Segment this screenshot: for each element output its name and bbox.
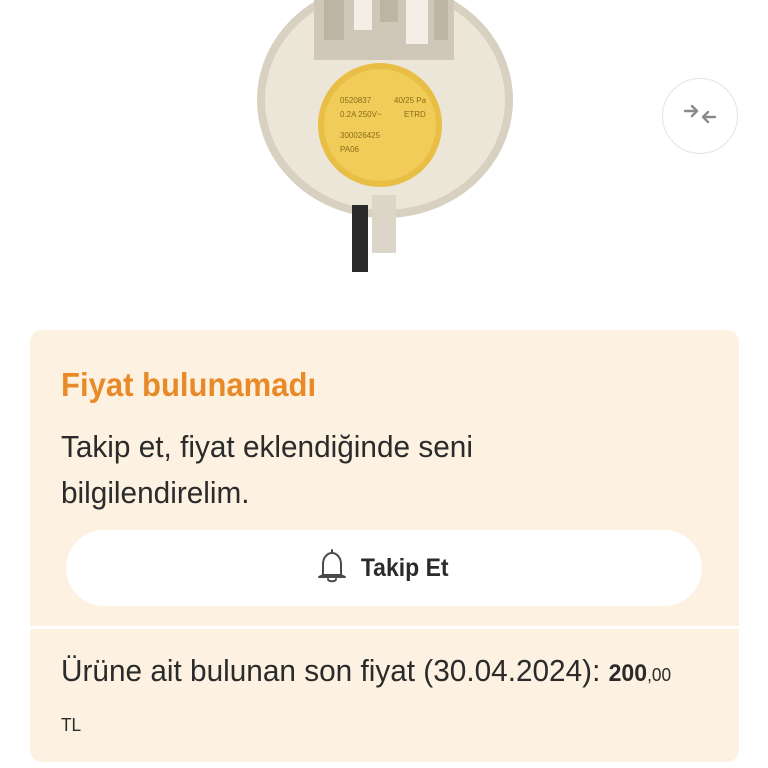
compare-arrows-icon [683, 103, 717, 130]
svg-text:0.2A 250V~: 0.2A 250V~ [340, 110, 382, 119]
svg-text:40/25 Pa: 40/25 Pa [394, 96, 427, 105]
follow-button-label: Takip Et [361, 553, 449, 582]
product-image: 0520837 40/25 Pa 0.2A 250V~ ETRD 3000264… [254, 0, 516, 273]
follow-button[interactable]: Takip Et [66, 530, 702, 606]
price-not-found-title: Fiyat bulunamadı [61, 366, 317, 403]
price-not-found-section: Fiyat bulunamadı Takip et, fiyat eklendi… [30, 330, 739, 626]
bell-icon [315, 547, 349, 590]
last-price-text: Ürüne ait bulunan son fiyat (30.04.2024)… [61, 653, 609, 688]
svg-text:0520837: 0520837 [340, 96, 372, 105]
svg-text:300026425: 300026425 [340, 131, 381, 140]
last-price-integer: 200 [608, 660, 648, 687]
svg-text:ETRD: ETRD [404, 110, 426, 119]
last-price-info: Ürüne ait bulunan son fiyat (30.04.2024)… [61, 648, 675, 748]
last-price-currency: TL [61, 715, 82, 735]
last-price-decimal: ,00 [647, 665, 672, 685]
compare-button[interactable] [662, 78, 738, 154]
svg-text:PA06: PA06 [340, 145, 360, 154]
follow-message: Takip et, fiyat eklendiğinde seni bilgil… [61, 429, 473, 510]
price-card: Fiyat bulunamadı Takip et, fiyat eklendi… [30, 330, 739, 762]
card-divider [30, 626, 739, 629]
